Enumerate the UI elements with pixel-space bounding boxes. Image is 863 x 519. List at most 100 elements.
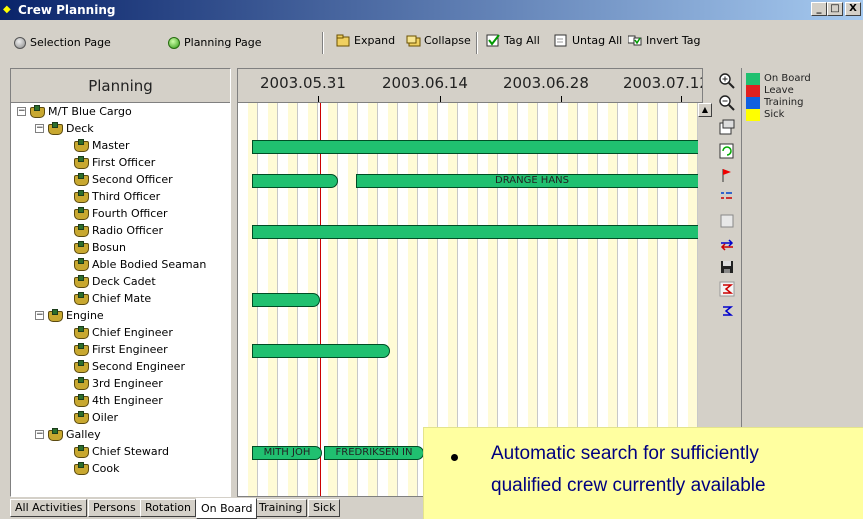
legend-swatch [746,97,760,109]
blank-icon[interactable] [718,212,736,230]
on-board-bar[interactable] [252,140,702,154]
refresh-icon[interactable] [718,142,736,160]
tree-node[interactable]: Chief Steward [73,443,169,460]
tree-node[interactable]: Chief Engineer [73,324,173,341]
zoom-out-icon[interactable] [718,94,736,112]
untag-all-button[interactable]: Untag All [554,34,622,47]
expand-button[interactable]: Expand [336,34,395,47]
collapse-icon [406,34,421,47]
sort-icon[interactable] [718,280,736,298]
legend-swatch [746,109,760,121]
properties-icon[interactable] [718,118,736,136]
tag-all-button[interactable]: Tag All [486,34,540,47]
tree-node[interactable]: Fourth Officer [73,205,168,222]
tree-node-label: Fourth Officer [92,207,168,220]
tree-node[interactable]: First Officer [73,154,155,171]
tree-node[interactable]: 4th Engineer [73,392,163,409]
tree-node[interactable]: Chief Mate [73,290,151,307]
collapse-toggle-icon[interactable]: − [35,124,44,133]
tree-node-label: Chief Steward [92,445,169,458]
on-board-bar[interactable] [252,344,390,358]
tree-node[interactable]: − M/T Blue Cargo [17,103,132,120]
collapse-toggle-icon[interactable]: − [17,107,26,116]
tab-all-activities[interactable]: All Activities [10,499,88,517]
window-title: Crew Planning [18,3,116,17]
on-board-bar[interactable] [252,293,320,307]
tree-node[interactable]: Second Officer [73,171,173,188]
maximize-button[interactable]: □ [827,2,843,16]
date-header: 2003.05.31 2003.06.14 2003.06.28 2003.07.12 [238,69,703,103]
close-button[interactable]: X [845,2,861,16]
sum-icon[interactable] [718,302,736,320]
tree-node[interactable]: Second Engineer [73,358,185,375]
on-board-bar[interactable] [252,225,702,239]
tree-node[interactable]: Radio Officer [73,222,163,239]
ship-folder-icon [73,207,89,220]
tree-node-label: 4th Engineer [92,394,163,407]
tree-node[interactable]: Deck Cadet [73,273,156,290]
tree-node-label: Radio Officer [92,224,164,237]
zoom-in-icon[interactable] [718,72,736,90]
tree-node[interactable]: Bosun [73,239,126,256]
expand-label: Expand [354,34,396,47]
tab-persons[interactable]: Persons [88,499,141,517]
legend-label: On Board [764,73,811,84]
on-board-bar[interactable]: DRANGE HANS [356,174,702,188]
collapse-label: Collapse [424,34,471,47]
tree-node[interactable]: Third Officer [73,188,160,205]
tree-node[interactable]: Able Bodied Seaman [73,256,206,273]
on-board-bar[interactable] [252,174,338,188]
legend-swatch [746,85,760,97]
date-label: 2003.05.31 [260,74,346,92]
date-label: 2003.06.14 [382,74,468,92]
callout-text: Automatic search for sufficiently qualif… [491,438,863,502]
tree-node[interactable]: − Deck [35,120,94,137]
tree-node[interactable]: 3rd Engineer [73,375,163,392]
swap-icon[interactable] [718,236,736,254]
tree-node-label: Bosun [92,241,126,254]
ship-folder-icon [73,241,89,254]
ship-folder-icon [73,360,89,373]
planning-tree-panel: Planning − M/T Blue Cargo − Deck Master First… [10,68,231,497]
collapse-toggle-icon[interactable]: − [35,311,44,320]
flag-icon[interactable] [718,166,736,184]
tree-node[interactable]: Oiler [73,409,118,426]
tree-node[interactable]: − Galley [35,426,101,443]
radio-off-icon [14,36,26,49]
tree-node-label: Oiler [92,411,119,424]
date-tick [681,96,682,102]
selection-page-radio[interactable]: Selection Page [14,36,111,49]
tab-sick[interactable]: Sick [308,499,341,517]
radio-on-icon [168,36,180,49]
tree-node[interactable]: First Engineer [73,341,168,358]
window-controls: _ □ X [811,2,861,16]
ship-folder-icon [73,377,89,390]
save-icon[interactable] [718,258,736,276]
tree-node-label: Able Bodied Seaman [92,258,207,271]
ship-folder-icon [47,309,63,322]
tree-node[interactable]: Cook [73,460,120,477]
app-icon: ◆ [3,4,11,15]
tree-node-label: Master [92,139,130,152]
invert-tag-button[interactable]: Invert Tag [627,34,700,47]
tree-node-label: Second Engineer [92,360,185,373]
on-board-bar[interactable]: MITH JOH [252,446,322,460]
tree-node[interactable]: Master [73,137,130,154]
date-label: 2003.07.12 [623,74,703,92]
list-icon[interactable] [718,188,736,206]
tag-all-label: Tag All [504,34,540,47]
planning-page-radio[interactable]: Planning Page [168,36,262,49]
collapse-toggle-icon[interactable]: − [35,430,44,439]
legend-label: Training [764,97,804,108]
scroll-up-arrow-icon[interactable]: ▲ [698,103,712,117]
on-board-bar[interactable]: FREDRIKSEN IN [324,446,424,460]
minimize-button[interactable]: _ [811,2,827,16]
tab-training[interactable]: Training [254,499,308,517]
collapse-button[interactable]: Collapse [406,34,471,47]
tab-rotation[interactable]: Rotation [140,499,197,517]
ship-folder-icon [73,275,89,288]
untag-all-label: Untag All [572,34,623,47]
tab-on-board[interactable]: On Board [196,498,258,519]
ship-folder-icon [73,173,89,186]
tree-node[interactable]: − Engine [35,307,104,324]
